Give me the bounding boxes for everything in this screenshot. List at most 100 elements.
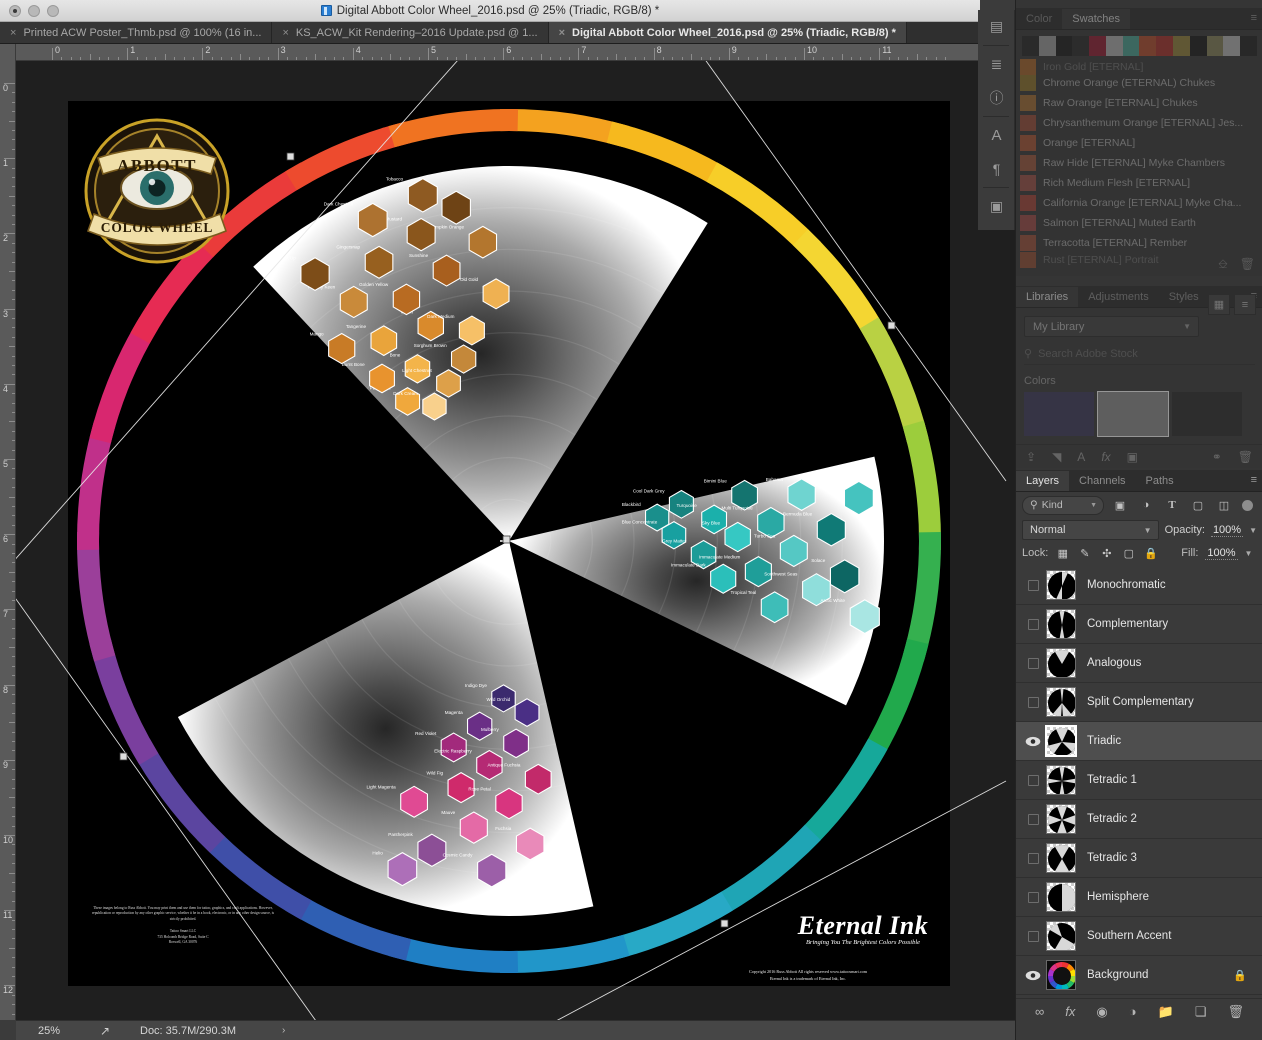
layer-thumbnail[interactable] — [1046, 726, 1076, 756]
layer-row[interactable]: Monochromatic — [1016, 566, 1262, 605]
layer-visibility-toggle[interactable] — [1020, 853, 1046, 864]
delete-icon[interactable]: 🗑 — [1238, 450, 1253, 464]
tab-channels[interactable]: Channels — [1069, 471, 1135, 491]
swatch-chip[interactable] — [1223, 36, 1240, 56]
swatch-chip[interactable] — [1123, 36, 1140, 56]
layer-name[interactable]: Analogous — [1087, 657, 1141, 669]
libraries-footer[interactable]: ⇪ ◥ A fx ▣ ⚭ 🗑 — [1016, 444, 1262, 468]
layer-thumbnail[interactable] — [1046, 609, 1076, 639]
type-filter-icon[interactable]: T — [1162, 496, 1182, 514]
text-style-icon[interactable]: A — [1077, 450, 1085, 464]
tab-styles[interactable]: Styles — [1159, 287, 1209, 307]
library-color-swatch[interactable] — [1024, 392, 1094, 436]
swatch-list-item[interactable]: Raw Orange [ETERNAL] Chukes — [1016, 93, 1262, 113]
layer-thumbnail[interactable] — [1046, 882, 1076, 912]
swatch-chip[interactable] — [1190, 36, 1207, 56]
swatch-chip[interactable] — [1056, 36, 1073, 56]
layer-thumbnail[interactable] — [1046, 765, 1076, 795]
lock-image-icon[interactable]: ✎ — [1077, 546, 1092, 561]
layer-name[interactable]: Tetradic 3 — [1087, 852, 1137, 864]
tab-adjustments[interactable]: Adjustments — [1078, 287, 1159, 307]
new-group-icon[interactable]: 📁 — [1158, 1004, 1174, 1020]
layer-name[interactable]: Triadic — [1087, 735, 1121, 747]
minimize-button[interactable] — [28, 5, 40, 17]
layer-row[interactable]: Tetradic 2 — [1016, 800, 1262, 839]
layer-row[interactable]: Tetradic 1 — [1016, 761, 1262, 800]
layer-thumbnail[interactable] — [1046, 843, 1076, 873]
library-search-input[interactable]: Search Adobe Stock — [1038, 348, 1138, 360]
info-icon[interactable]: ⓘ — [978, 81, 1015, 114]
swatch-list-item[interactable]: Chrome Orange (ETERNAL) Chukes — [1016, 73, 1262, 93]
swatch-chip[interactable] — [1022, 36, 1039, 56]
layer-name[interactable]: Monochromatic — [1087, 579, 1166, 591]
list-view-icon[interactable]: ≡ — [1234, 294, 1256, 315]
layer-fx-icon[interactable]: fx — [1065, 1004, 1075, 1019]
grid-view-icon[interactable]: ▦ — [1208, 294, 1230, 315]
layer-list[interactable]: Monochromatic Complementary Analogous Sp… — [1016, 566, 1262, 1008]
layer-name[interactable]: Tetradic 2 — [1087, 813, 1137, 825]
library-color-swatches[interactable] — [1024, 392, 1255, 436]
maximize-button[interactable] — [47, 5, 59, 17]
shape-filter-icon[interactable]: ▢ — [1188, 496, 1208, 514]
swatch-chip[interactable] — [1106, 36, 1123, 56]
layer-name[interactable]: Southern Accent — [1087, 930, 1171, 942]
vertical-ruler[interactable]: 0123456789101112 — [0, 44, 16, 1020]
paragraph-styles-icon[interactable]: ≣ — [978, 48, 1015, 81]
zoom-level[interactable]: 25% — [16, 1025, 82, 1037]
layer-visibility-toggle[interactable] — [1020, 697, 1046, 708]
layer-name[interactable]: Complementary — [1087, 618, 1168, 630]
layer-row[interactable]: Hemisphere — [1016, 878, 1262, 917]
layer-name[interactable]: Split Complementary — [1087, 696, 1194, 708]
swatches-footer[interactable]: ⎒ 🗑 — [1218, 257, 1255, 272]
paragraph-panel-icon[interactable]: ¶ — [978, 152, 1015, 185]
filter-toggle-icon[interactable] — [1242, 500, 1253, 511]
layer-name[interactable]: Background — [1087, 969, 1148, 981]
lock-all-icon[interactable]: 🔒 — [1143, 546, 1158, 561]
layer-thumbnail[interactable] — [1046, 648, 1076, 678]
layer-thumbnail[interactable] — [1046, 960, 1076, 990]
fill-icon[interactable]: ◥ — [1052, 450, 1061, 464]
adjustment-filter-icon[interactable]: ◑ — [1136, 496, 1156, 514]
tab-layers[interactable]: Layers — [1016, 471, 1069, 491]
delete-swatch-icon[interactable]: 🗑 — [1240, 257, 1255, 272]
libraries-panel[interactable]: Libraries Adjustments Styles ≡ My Librar… — [1016, 286, 1262, 468]
layer-visibility-toggle[interactable] — [1020, 931, 1046, 942]
opacity-value[interactable]: 100% — [1211, 524, 1243, 537]
swatch-chip[interactable] — [1156, 36, 1173, 56]
canvas-area[interactable]: Pale BoneBoneBurnt BoneMelonTangerineMan… — [16, 61, 1015, 1020]
history-icon[interactable]: ▣ — [978, 190, 1015, 223]
swatches-panel[interactable]: Color Swatches ≡ Iron Gold [ETERNAL]Chro… — [1016, 8, 1262, 276]
blend-mode-select[interactable]: Normal ▼ — [1022, 520, 1159, 540]
swatch-list-item[interactable]: Chrysanthemum Orange [ETERNAL] Jes... — [1016, 113, 1262, 133]
upload-icon[interactable]: ⇪ — [1026, 450, 1036, 464]
document-tab-2[interactable]: × KS_ACW_Kit Rendering–2016 Update.psd @… — [272, 22, 548, 43]
adjustment-layer-icon[interactable]: ◑ — [1129, 1004, 1137, 1019]
close-icon[interactable]: × — [559, 27, 565, 39]
tab-color[interactable]: Color — [1016, 9, 1062, 29]
link-layers-icon[interactable]: ∞ — [1035, 1004, 1044, 1019]
fill-value[interactable]: 100% — [1205, 547, 1237, 560]
lock-position-icon[interactable]: ✣ — [1099, 546, 1114, 561]
panel-menu-icon[interactable]: ≡ — [1251, 13, 1257, 23]
document-tab-1[interactable]: × Printed ACW Poster_Thmb.psd @ 100% (16… — [0, 22, 272, 43]
character-styles-icon[interactable]: ▤ — [978, 10, 1015, 43]
layer-fx-icon[interactable]: fx — [1101, 450, 1110, 464]
collapsed-panel-rail[interactable]: ▤ ≣ ⓘ A ¶ ▣ — [978, 10, 1015, 230]
layer-row[interactable]: Southern Accent — [1016, 917, 1262, 956]
close-icon[interactable]: × — [10, 27, 16, 39]
swatch-chip[interactable] — [1240, 36, 1257, 56]
horizontal-ruler[interactable]: 01234567891011 — [16, 44, 1015, 61]
layer-row[interactable]: Analogous — [1016, 644, 1262, 683]
window-controls[interactable] — [9, 5, 59, 17]
layer-visibility-toggle[interactable] — [1020, 814, 1046, 825]
swatch-list-item[interactable]: Salmon [ETERNAL] Muted Earth — [1016, 213, 1262, 233]
layer-visibility-toggle[interactable] — [1020, 892, 1046, 903]
panel-menu-icon[interactable]: ≡ — [1251, 475, 1257, 485]
layer-name[interactable]: Tetradic 1 — [1087, 774, 1137, 786]
swatch-list-item[interactable]: Raw Hide [ETERNAL] Myke Chambers — [1016, 153, 1262, 173]
layer-row[interactable]: Split Complementary — [1016, 683, 1262, 722]
library-color-swatch[interactable] — [1172, 392, 1242, 436]
status-expand-arrow[interactable]: › — [282, 1025, 285, 1036]
swatch-chip[interactable] — [1207, 36, 1224, 56]
layer-visibility-toggle[interactable] — [1020, 736, 1046, 747]
